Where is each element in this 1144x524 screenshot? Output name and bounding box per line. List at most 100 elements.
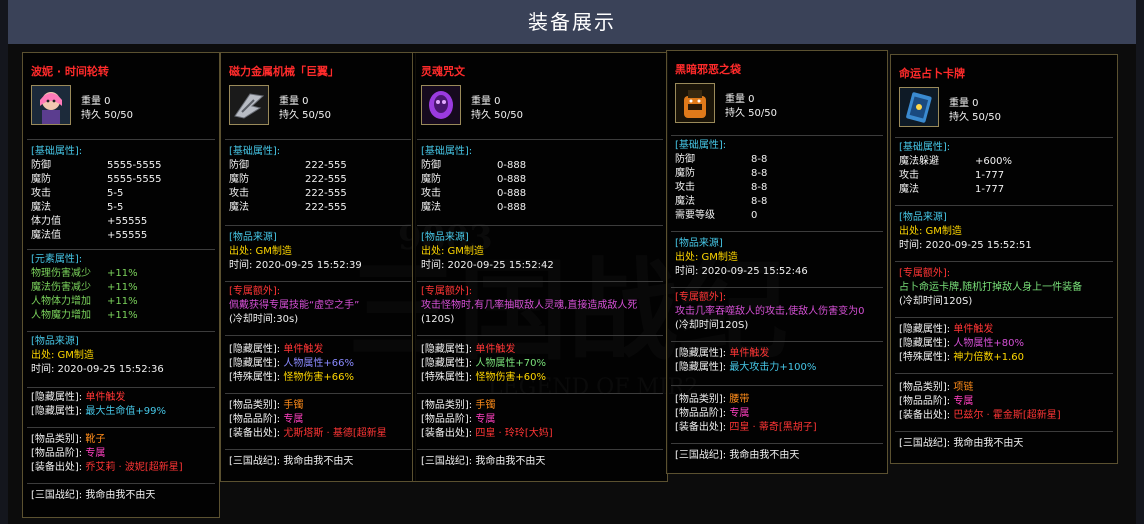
hidden-attr-row: [隐藏属性]: 最大攻击力+100% [675, 362, 817, 373]
item-weight: 重量 0 [81, 96, 111, 107]
attr-row: 魔法 8-8 [675, 196, 768, 207]
hidden-attr-row: [隐藏属性]: 人物属性+70% [421, 358, 546, 369]
attr-row: 攻击 0-888 [421, 188, 527, 199]
source-from: 出处: GM制造 [675, 252, 738, 263]
item-grade-row: [物品品阶]: 专属 [899, 396, 974, 407]
base-attr-header: [基础属性]: [899, 142, 951, 153]
equipment-stage: 9803 三国战纪 LEGEND OF MIR2 波妮 · 时间轮转 重量 0 … [8, 44, 1136, 524]
exclusive-header: [专属额外]: [229, 286, 281, 297]
item-name: 波妮 · 时间轮转 [31, 65, 109, 78]
exclusive-header: [专属额外]: [675, 292, 727, 303]
attr-row: 防御 8-8 [675, 154, 768, 165]
item-drop-row: [装备出处]: 四皇 · 玲玲[大妈] [421, 428, 553, 439]
item-category-row: [物品类别]: 项链 [899, 382, 974, 393]
series-line: [三国战纪]: 我命由我不由天 [421, 456, 546, 467]
item-card-5[interactable]: 命运占卜卡牌 重量 0 持久 50/50 [基础属性]: 魔法躲避 +600% 攻… [890, 54, 1118, 464]
item-card-4[interactable]: 黑暗邪恶之袋 重量 0 持久 50/50 [基础属性]: 防御 8-8 魔防 8-8… [666, 50, 888, 474]
attr-row: 攻击 5-5 [31, 188, 124, 199]
hidden-attr-row: [隐藏属性]: 单件触发 [675, 348, 770, 359]
item-weight: 重量 0 [471, 96, 501, 107]
attr-row: 魔法 5-5 [31, 202, 124, 213]
item-durability: 持久 50/50 [725, 108, 777, 119]
attr-row: 攻击 222-555 [229, 188, 347, 199]
item-weight: 重量 0 [949, 98, 979, 109]
item-durability: 持久 50/50 [471, 110, 523, 121]
exclusive-text: 占卜命运卡牌,随机打掉敌人身上一件装备 [899, 282, 1083, 293]
series-line: [三国战纪]: 我命由我不由天 [31, 490, 156, 501]
series-line: [三国战纪]: 我命由我不由天 [675, 450, 800, 461]
item-grade-row: [物品品阶]: 专属 [229, 414, 304, 425]
attr-row: 魔法 1-777 [899, 184, 1005, 195]
base-attr-header: [基础属性]: [31, 146, 83, 157]
series-line: [三国战纪]: 我命由我不由天 [899, 438, 1024, 449]
item-card-3[interactable]: 灵魂咒文 重量 0 持久 50/50 [基础属性]: 防御 0-888 魔防 0-8… [412, 52, 668, 482]
exclusive-header: [专属额外]: [421, 286, 473, 297]
item-name: 磁力金属机械「巨翼」 [229, 65, 339, 78]
elem-row: 人物魔力增加 +11% [31, 310, 138, 321]
page-title: 装备展示 [8, 0, 1136, 44]
tarot-card-icon [899, 87, 939, 127]
source-time: 时间: 2020-09-25 15:52:39 [229, 260, 362, 271]
attr-row: 魔法值 +55555 [31, 230, 148, 241]
source-from: 出处: GM制造 [31, 350, 94, 361]
source-header: [物品来源] [675, 238, 723, 249]
source-header: [物品来源] [31, 336, 79, 347]
item-category-row: [物品类别]: 腰带 [675, 394, 750, 405]
item-name: 命运占卜卡牌 [899, 67, 965, 80]
item-durability: 持久 50/50 [949, 112, 1001, 123]
purple-soul-icon [421, 85, 461, 125]
item-durability: 持久 50/50 [279, 110, 331, 121]
source-time: 时间: 2020-09-25 15:52:36 [31, 364, 164, 375]
hidden-attr-row: [隐藏属性]: 单件触发 [31, 392, 126, 403]
item-category-row: [物品类别]: 靴子 [31, 434, 106, 445]
attr-row: 攻击 1-777 [899, 170, 1005, 181]
source-time: 时间: 2020-09-25 15:52:51 [899, 240, 1032, 251]
base-attr-header: [基础属性]: [675, 140, 727, 151]
attr-row: 魔防 222-555 [229, 174, 347, 185]
source-from: 出处: GM制造 [899, 226, 962, 237]
item-card-1[interactable]: 波妮 · 时间轮转 重量 0 持久 50/50 [基础属性]: 防御 5555-5… [22, 52, 220, 518]
exclusive-text: 攻击怪物时,有几率抽取敌人灵魂,直接造成敌人死 [421, 300, 638, 311]
base-attr-header: [基础属性]: [229, 146, 281, 157]
attr-row: 魔法 222-555 [229, 202, 347, 213]
item-drop-row: [装备出处]: 巴兹尔 · 霍金斯[超新星] [899, 410, 1061, 421]
attr-row: 防御 222-555 [229, 160, 347, 171]
item-weight: 重量 0 [725, 94, 755, 105]
item-grade-row: [物品品阶]: 专属 [675, 408, 750, 419]
attr-row: 魔法躲避 +600% [899, 156, 1012, 167]
exclusive-text: 攻击几率吞噬敌人的攻击,使敌人伤害变为0 [675, 306, 865, 317]
special-attr-row: [特殊属性]: 怪物伤害+66% [229, 372, 354, 383]
item-name: 黑暗邪恶之袋 [675, 63, 741, 76]
item-drop-row: [装备出处]: 尤斯塔斯 · 基德[超新星 [229, 428, 387, 439]
hidden-attr-row: [隐藏属性]: 单件触发 [899, 324, 994, 335]
base-attr-header: [基础属性]: [421, 146, 473, 157]
item-grade-row: [物品品阶]: 专属 [31, 448, 106, 459]
source-header: [物品来源] [899, 212, 947, 223]
attr-row: 魔防 0-888 [421, 174, 527, 185]
item-name: 灵魂咒文 [421, 65, 465, 78]
attr-row: 防御 0-888 [421, 160, 527, 171]
item-card-2[interactable]: 磁力金属机械「巨翼」 重量 0 持久 50/50 [基础属性]: 防御 222-5… [220, 52, 416, 482]
special-attr-row: [特殊属性]: 神力倍数+1.60 [899, 352, 1025, 363]
exclusive-note: (冷却时间:30s) [229, 314, 299, 325]
elem-row: 物理伤害减少 +11% [31, 268, 138, 279]
attr-row: 攻击 8-8 [675, 182, 768, 193]
dark-bag-icon [675, 83, 715, 123]
special-attr-row: [特殊属性]: 怪物伤害+60% [421, 372, 546, 383]
item-portrait-icon [31, 85, 71, 125]
exclusive-text: 佩戴获得专属技能“虚空之手” [229, 300, 360, 311]
elem-row: 魔法伤害减少 +11% [31, 282, 138, 293]
source-time: 时间: 2020-09-25 15:52:46 [675, 266, 808, 277]
attr-row: 魔法 0-888 [421, 202, 527, 213]
exclusive-note: (冷却时间120S) [899, 296, 973, 307]
source-header: [物品来源] [421, 232, 469, 243]
item-drop-row: [装备出处]: 乔艾莉 · 波妮[超新星] [31, 462, 183, 473]
mechanical-wing-icon [229, 85, 269, 125]
item-durability: 持久 50/50 [81, 110, 133, 121]
attr-row: 需要等级 0 [675, 210, 758, 221]
attr-row: 魔防 5555-5555 [31, 174, 162, 185]
source-from: 出处: GM制造 [421, 246, 484, 257]
item-category-row: [物品类别]: 手镯 [421, 400, 496, 411]
item-category-row: [物品类别]: 手镯 [229, 400, 304, 411]
hidden-attr-row: [隐藏属性]: 单件触发 [229, 344, 324, 355]
